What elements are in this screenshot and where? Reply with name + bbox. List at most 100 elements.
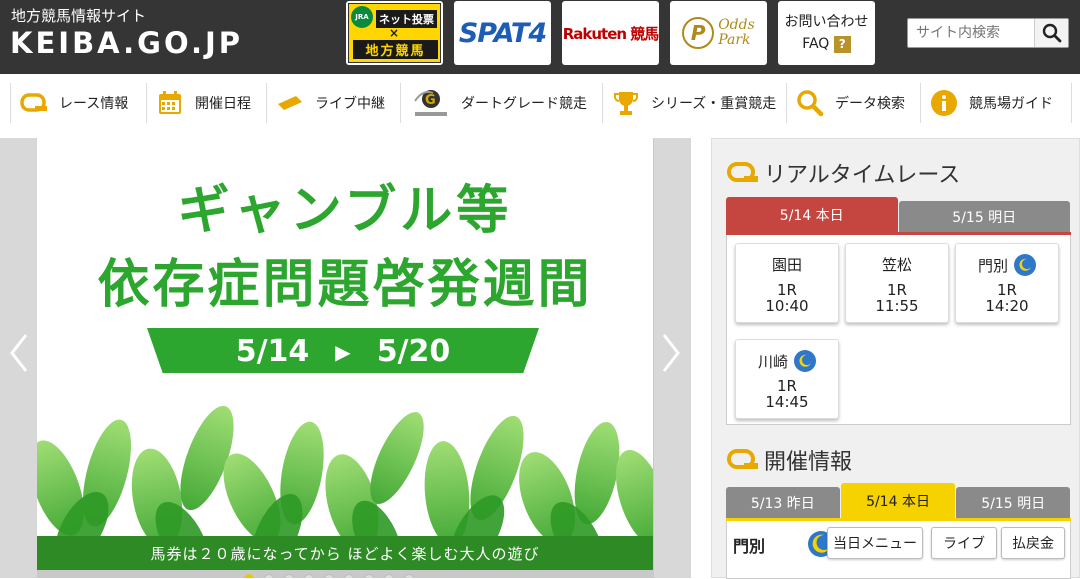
info-icon [929, 88, 959, 118]
nav-race-info[interactable]: レース情報 [10, 83, 146, 123]
today-menu-button[interactable]: 当日メニュー [827, 527, 923, 559]
race-card[interactable]: 川崎 1R 14:45 [735, 339, 839, 419]
carousel-dot[interactable] [344, 574, 354, 578]
nav-label: 開催日程 [195, 96, 251, 112]
calendar-icon [155, 88, 185, 118]
oddspark-line1: Odds [718, 17, 755, 33]
tab-realtime-today[interactable]: 5/14 本日 [726, 197, 898, 233]
side-panel: リアルタイムレース 5/14 本日 5/15 明日 園田 1R 10:40 笠松 … [711, 138, 1080, 579]
chevron-left-icon [10, 334, 28, 372]
spat4-banner[interactable]: SPAT4 [454, 1, 551, 65]
kaisai-section-title: 開催情報 [726, 444, 852, 476]
question-icon: ? [833, 35, 851, 53]
race-track: 笠松 [881, 256, 912, 274]
race-card[interactable]: 門別 1R 14:20 [955, 243, 1059, 323]
faq-button[interactable]: お問い合わせ FAQ ? [778, 1, 875, 65]
carousel-next-button[interactable] [656, 328, 686, 378]
live-button[interactable]: ライブ [931, 527, 997, 559]
nav-data-search[interactable]: データ検索 [786, 83, 920, 123]
dirt-grade-logo-icon: G [409, 88, 451, 118]
oddspark-line2: Park [718, 32, 751, 48]
nav-label: ダートグレード競走 [461, 96, 587, 112]
ticket-icon [275, 88, 305, 118]
carousel-dot[interactable] [284, 574, 294, 578]
magnifier-icon [795, 88, 825, 118]
rakuten-banner[interactable]: Rakuten 競馬 [562, 1, 659, 65]
carousel-dot[interactable] [384, 574, 394, 578]
banner-title-1: ギャンブル等 [177, 181, 513, 241]
night-race-icon [794, 350, 816, 372]
site-search [907, 18, 1069, 48]
tab-kaisai-tomorrow[interactable]: 5/15 明日 [956, 487, 1071, 519]
carousel-pagination [244, 574, 414, 578]
nav-label: レース情報 [59, 96, 129, 112]
race-number: 1R [887, 281, 907, 299]
race-number: 1R [777, 281, 797, 299]
nav-label: データ検索 [835, 96, 905, 112]
race-card[interactable]: 園田 1R 10:40 [735, 243, 839, 323]
faq-label-2: FAQ [802, 36, 830, 52]
banner-date-from: 5/14 [235, 334, 310, 369]
trophy-icon [611, 88, 641, 118]
nav-series[interactable]: シリーズ・重賞競走 [602, 83, 786, 123]
nav-schedule[interactable]: 開催日程 [146, 83, 266, 123]
race-track: 川崎 [757, 352, 788, 371]
kaisai-title: 開催情報 [764, 450, 853, 475]
site-subtitle: 地方競馬情報サイト [11, 7, 147, 25]
tab-kaisai-yesterday[interactable]: 5/13 昨日 [726, 487, 840, 519]
global-nav: レース情報 開催日程 ライブ中継 G ダートグレード競走 シリーズ・重賞競走 デ… [0, 74, 1080, 138]
nav-track-guide[interactable]: 競馬場ガイド [920, 83, 1072, 123]
carousel-prev-button[interactable] [4, 328, 34, 378]
payout-button[interactable]: 払戻金 [1001, 527, 1065, 559]
kaisai-row: 門別 当日メニュー ライブ 払戻金 [726, 521, 1071, 579]
race-tag-icon [727, 449, 758, 469]
race-time: 14:20 [985, 297, 1029, 315]
race-tag-icon [727, 162, 758, 182]
race-time: 14:45 [765, 393, 809, 411]
carousel-slide[interactable]: ギャンブル等 依存症問題啓発週間 5/14 ▶ 5/20 [37, 138, 653, 570]
race-track: 園田 [771, 256, 802, 274]
realtime-title: リアルタイムレース [764, 163, 961, 188]
site-header: 地方競馬情報サイト KEIBA.GO.JP JRA ネット投票 × 地方競馬 S… [0, 0, 1080, 74]
nav-live[interactable]: ライブ中継 [266, 83, 400, 123]
race-time: 11:55 [875, 297, 919, 315]
carousel-dot[interactable] [404, 574, 414, 578]
oddspark-logo-icon: P [682, 17, 715, 49]
race-number: 1R [997, 281, 1017, 299]
nav-label: 競馬場ガイド [969, 96, 1053, 112]
kaisai-track-name: 門別 [733, 537, 766, 556]
race-number: 1R [777, 377, 797, 395]
banner-title-2: 依存症問題啓発週間 [97, 255, 593, 315]
realtime-section-title: リアルタイムレース [726, 157, 960, 189]
hero-carousel: ギャンブル等 依存症問題啓発週間 5/14 ▶ 5/20 馬券は２０歳になってか… [0, 138, 691, 578]
nav-label: シリーズ・重賞競走 [651, 96, 777, 112]
nav-label: ライブ中継 [315, 96, 385, 112]
carousel-dot[interactable] [244, 574, 254, 578]
carousel-dot[interactable] [264, 574, 274, 578]
play-arrow-icon: ▶ [335, 339, 351, 364]
carousel-dot[interactable] [324, 574, 334, 578]
banner-date-to: 5/20 [376, 334, 451, 369]
oddspark-banner[interactable]: P Odds Park [670, 1, 767, 65]
banner-footer-message: 馬券は２０歳になってから ほどよく楽しむ大人の遊び [37, 536, 653, 570]
jra-chiho-label: 地方競馬 [353, 40, 438, 59]
tab-realtime-tomorrow[interactable]: 5/15 明日 [898, 201, 1070, 233]
night-race-icon [1014, 254, 1036, 276]
banner-date-range: 5/14 ▶ 5/20 [147, 329, 539, 374]
chevron-right-icon [662, 334, 680, 372]
realtime-tabs: 5/14 本日 5/15 明日 [726, 197, 1071, 233]
race-time: 10:40 [765, 297, 809, 315]
search-button[interactable] [1034, 19, 1068, 47]
tab-kaisai-today[interactable]: 5/14 本日 [840, 483, 956, 519]
nav-dirt-grade[interactable]: G ダートグレード競走 [400, 83, 602, 123]
race-card[interactable]: 笠松 1R 11:55 [845, 243, 949, 323]
svg-text:G: G [425, 93, 436, 108]
search-input[interactable] [908, 19, 1034, 47]
carousel-dot[interactable] [364, 574, 374, 578]
jra-net-banner[interactable]: JRA ネット投票 × 地方競馬 [346, 1, 443, 65]
site-logo[interactable]: KEIBA.GO.JP [10, 26, 243, 60]
search-icon [1042, 23, 1061, 43]
carousel-dot[interactable] [304, 574, 314, 578]
jra-cross: × [389, 26, 400, 40]
faq-label-1: お問い合わせ [784, 14, 869, 30]
